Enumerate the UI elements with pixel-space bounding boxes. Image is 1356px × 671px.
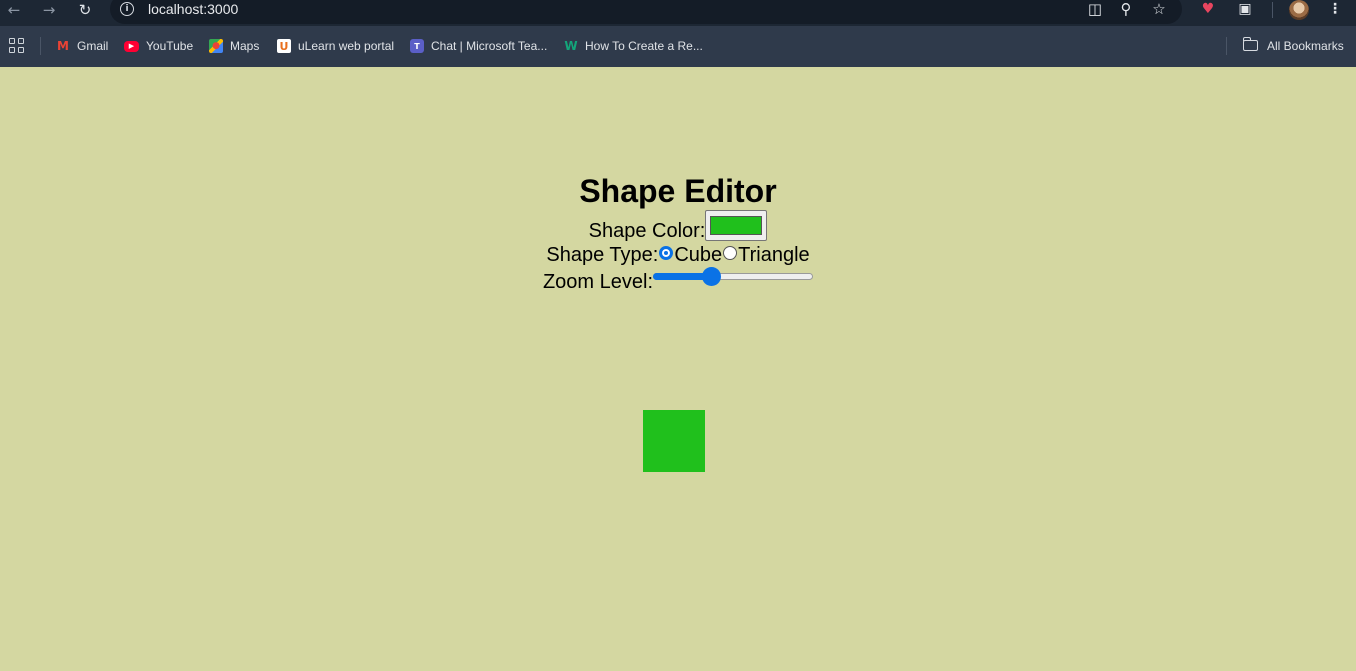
install-app-icon[interactable]: ◫ [1085, 0, 1105, 18]
color-picker[interactable] [705, 210, 768, 241]
bookmark-label: YouTube [146, 39, 194, 53]
shape-editor-panel: Shape Editor Shape Color: Shape Type: Cub… [0, 173, 1356, 294]
bookmark-label: Gmail [77, 39, 109, 53]
bookmark-teams[interactable]: T Chat | Microsoft Tea... [410, 38, 547, 54]
color-control-row: Shape Color: [0, 210, 1356, 243]
color-label: Shape Color: [588, 220, 706, 242]
menu-kebab-icon[interactable]: ⋮ [1325, 0, 1345, 18]
radio-cube[interactable] [659, 246, 674, 260]
bookmarks-bar: M Gmail ▶ YouTube ● Maps U uLearn web po… [0, 26, 1356, 67]
gmail-icon: M [57, 39, 69, 53]
reload-icon[interactable]: ↻ [74, 0, 96, 20]
radio-cube-label[interactable]: Cube [674, 244, 722, 266]
zoom-label: Zoom Level: [542, 271, 654, 293]
type-control-row: Shape Type: Cube Triangle [0, 243, 1356, 267]
bookmarks-divider [40, 37, 41, 55]
back-icon[interactable]: ← [3, 0, 25, 20]
shape-preview-cube [643, 410, 705, 472]
bookmark-label: uLearn web portal [298, 39, 395, 53]
bookmark-label: How To Create a Re... [585, 39, 703, 53]
bookmarks-divider [1226, 37, 1227, 55]
teams-icon: T [410, 39, 424, 53]
forward-icon[interactable]: → [38, 0, 60, 20]
extension-strawberry-icon[interactable]: ♥ [1198, 0, 1218, 18]
all-bookmarks-label: All Bookmarks [1267, 39, 1344, 53]
bookmark-maps[interactable]: ● Maps [209, 38, 259, 54]
zoom-slider[interactable] [653, 267, 814, 286]
page-title: Shape Editor [579, 173, 777, 209]
zoom-slider-thumb[interactable] [702, 267, 722, 286]
address-bar[interactable] [110, 0, 1182, 24]
maps-icon: ● [209, 39, 223, 53]
folder-icon[interactable] [1242, 37, 1258, 51]
zoom-icon[interactable]: ⚲ [1116, 0, 1136, 18]
page-content: Shape Editor Shape Color: Shape Type: Cub… [0, 67, 1356, 671]
radio-triangle[interactable] [723, 246, 738, 260]
w-icon: W [564, 39, 578, 53]
color-picker-swatch [710, 216, 763, 235]
apps-grid-icon[interactable] [9, 38, 24, 53]
site-info-icon[interactable]: i [120, 2, 134, 16]
bookmark-how-to[interactable]: W How To Create a Re... [564, 38, 703, 54]
address-bar-url[interactable]: localhost:3000 [148, 1, 238, 17]
profile-avatar[interactable] [1289, 0, 1309, 20]
ulearn-icon: U [277, 39, 291, 53]
bookmark-star-icon[interactable]: ☆ [1149, 0, 1169, 18]
bookmark-ulearn[interactable]: U uLearn web portal [277, 38, 394, 54]
toolbar-divider [1272, 2, 1273, 18]
all-bookmarks-button[interactable]: All Bookmarks [1267, 38, 1344, 54]
zoom-control-row: Zoom Level: [0, 267, 1356, 294]
radio-triangle-label[interactable]: Triangle [738, 244, 810, 266]
bookmark-label: Chat | Microsoft Tea... [431, 39, 548, 53]
browser-toolbar: ← → ↻ i localhost:3000 ◫ ⚲ ☆ ♥ ▣ ⋮ [0, 0, 1356, 26]
bookmark-gmail[interactable]: M Gmail [56, 38, 108, 54]
type-label: Shape Type: [546, 244, 659, 266]
bookmark-youtube[interactable]: ▶ YouTube [124, 38, 193, 54]
youtube-icon: ▶ [124, 40, 139, 52]
extensions-puzzle-icon[interactable]: ▣ [1235, 0, 1255, 18]
bookmark-label: Maps [230, 39, 260, 53]
